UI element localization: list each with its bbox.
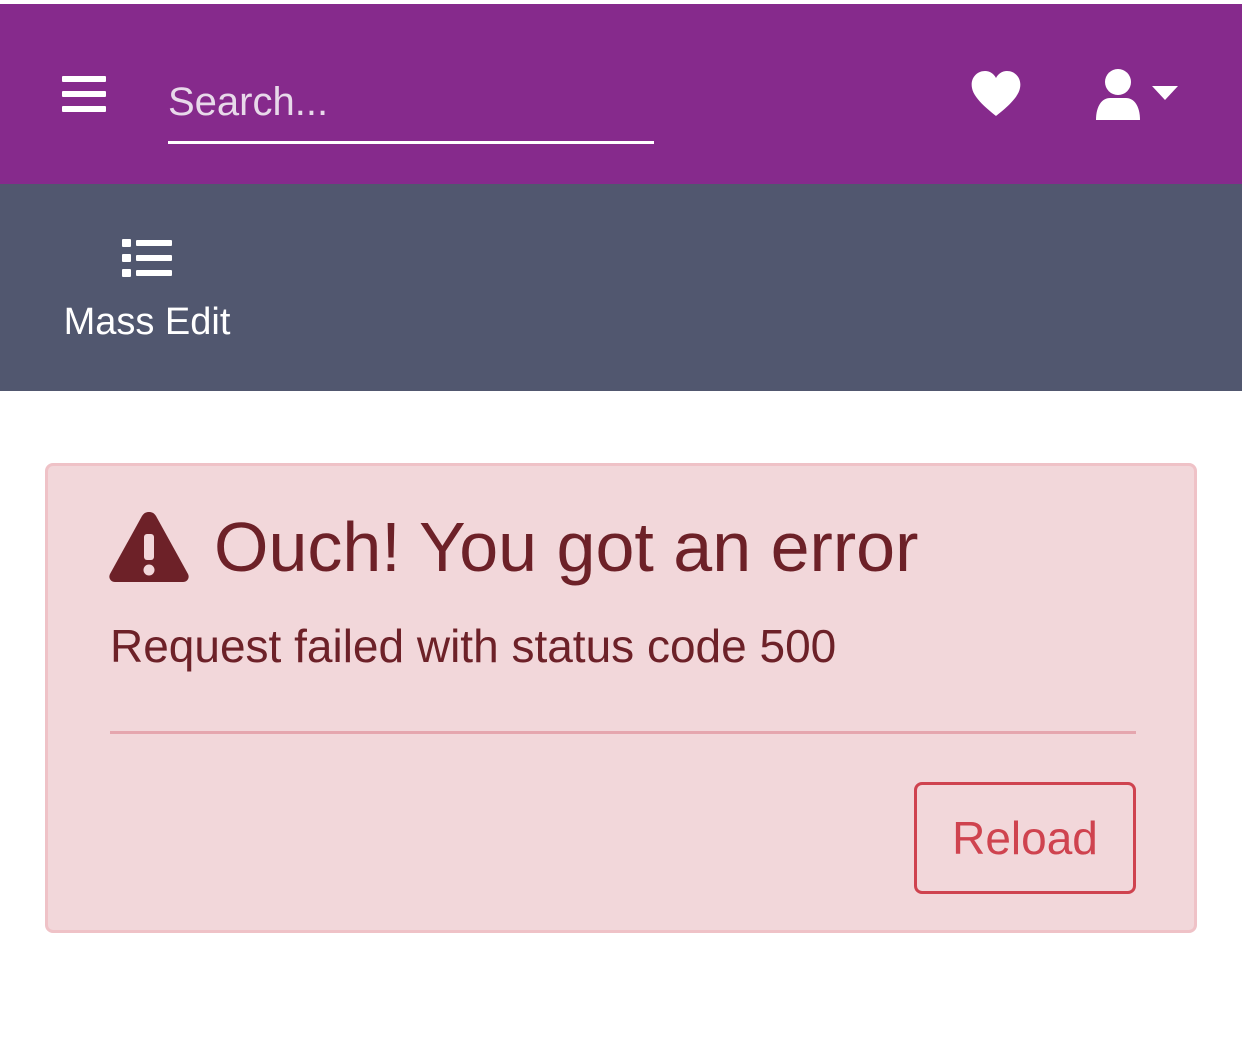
list-icon [122, 239, 172, 277]
search-input[interactable] [168, 64, 654, 141]
hamburger-menu-button[interactable] [62, 72, 106, 116]
action-toolbar: Mass Edit [0, 184, 1242, 391]
favorites-button[interactable] [970, 70, 1022, 118]
alert-heading: Ouch! You got an error [108, 502, 918, 592]
alert-divider [110, 731, 1136, 734]
mass-edit-button[interactable]: Mass Edit [50, 224, 244, 354]
hamburger-menu-icon [62, 76, 106, 112]
reload-button[interactable]: Reload [914, 782, 1136, 894]
heart-icon [971, 71, 1021, 116]
error-alert: Ouch! You got an error Request failed wi… [45, 463, 1197, 933]
alert-title: Ouch! You got an error [214, 508, 919, 586]
mass-edit-label: Mass Edit [63, 301, 231, 343]
user-icon [1096, 69, 1140, 120]
warning-triangle-icon [109, 512, 189, 582]
user-menu-button[interactable] [1096, 68, 1182, 122]
search-field [168, 64, 654, 144]
top-app-bar [0, 4, 1242, 184]
caret-down-icon [1152, 86, 1178, 100]
alert-message: Request failed with status code 500 [110, 620, 837, 672]
